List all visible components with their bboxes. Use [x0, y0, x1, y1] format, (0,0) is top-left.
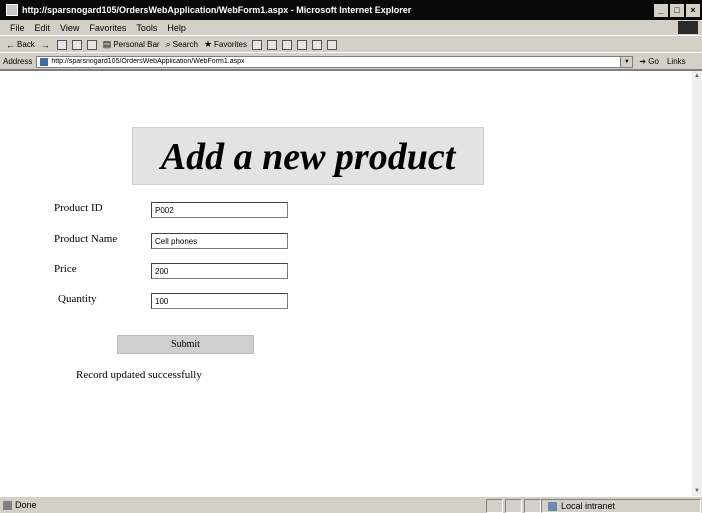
chevron-down-icon[interactable]: ▼ [620, 56, 633, 67]
close-button[interactable]: × [686, 3, 700, 17]
favorites-button[interactable]: ★ Favorites [204, 39, 247, 50]
product-id-label: Product ID [54, 202, 103, 214]
address-label: Address [3, 57, 33, 66]
back-button[interactable]: ← Back [6, 40, 35, 50]
forward-arrow-icon: → [40, 39, 50, 50]
page-heading-box: Add a new product [132, 127, 484, 185]
address-input[interactable]: http://sparsnogard105/OrdersWebApplicati… [36, 55, 634, 68]
mail-icon[interactable] [266, 39, 277, 50]
menu-view[interactable]: View [60, 23, 79, 33]
personal-bar-icon: ▤ [102, 39, 112, 49]
quantity-input[interactable] [151, 293, 288, 309]
stop-icon[interactable] [56, 39, 67, 50]
status-text: Done [15, 500, 37, 510]
print-icon[interactable] [281, 39, 292, 50]
maximize-button[interactable]: □ [670, 3, 684, 17]
ie-app-icon [6, 4, 18, 16]
scroll-up-icon[interactable]: ▲ [692, 71, 702, 81]
address-bar: Address http://sparsnogard105/OrdersWebA… [0, 52, 702, 70]
personal-bar-button[interactable]: ▤ Personal Bar [103, 39, 160, 50]
page-content: Add a new product Product ID Product Nam… [0, 69, 702, 496]
quantity-label: Quantity [58, 293, 97, 305]
menu-favorites[interactable]: Favorites [89, 23, 126, 33]
address-url: http://sparsnogard105/OrdersWebApplicati… [51, 58, 245, 65]
page-done-icon [3, 500, 12, 510]
submit-button[interactable]: Submit [117, 335, 254, 354]
menu-file[interactable]: File [10, 23, 25, 33]
product-name-label: Product Name [54, 233, 118, 245]
status-pane [524, 499, 541, 513]
intranet-icon [548, 501, 557, 511]
page-icon [40, 57, 49, 66]
favorites-icon: ★ [203, 39, 213, 49]
back-label: Back [17, 40, 35, 49]
page-title: Add a new product [160, 136, 456, 178]
go-button[interactable]: ➔ Go [639, 57, 659, 66]
personal-bar-label: Personal Bar [113, 40, 160, 49]
search-label: Search [172, 40, 198, 49]
zone-label: Local intranet [561, 501, 616, 511]
price-label: Price [54, 263, 77, 275]
window-title: http://sparsnogard105/OrdersWebApplicati… [22, 5, 412, 15]
minimize-button[interactable]: _ [654, 3, 668, 17]
discuss-icon[interactable] [311, 39, 322, 50]
scroll-down-icon[interactable]: ▼ [692, 486, 702, 496]
back-arrow-icon: ← [6, 39, 15, 50]
menu-help[interactable]: Help [167, 23, 186, 33]
security-zone: Local intranet [541, 499, 701, 513]
window-titlebar: http://sparsnogard105/OrdersWebApplicati… [0, 0, 702, 20]
search-button[interactable]: ⌕ Search [166, 39, 198, 50]
favorites-label: Favorites [214, 40, 247, 49]
product-id-input[interactable] [151, 202, 288, 218]
home-icon[interactable] [86, 39, 97, 50]
go-arrow-icon: ➔ [639, 57, 647, 66]
links-button[interactable]: Links [667, 57, 686, 66]
search-icon: ⌕ [165, 39, 171, 49]
status-message: Record updated successfully [76, 369, 202, 381]
history-icon[interactable] [251, 39, 262, 50]
menu-tools[interactable]: Tools [136, 23, 157, 33]
price-input[interactable] [151, 263, 288, 279]
forward-button[interactable]: → [41, 40, 52, 50]
status-pane [505, 499, 522, 513]
standard-toolbar: ← Back → ▤ Personal Bar ⌕ Search ★ Favor… [0, 35, 702, 53]
menu-edit[interactable]: Edit [35, 23, 51, 33]
window-controls: _ □ × [652, 3, 700, 17]
status-panes [486, 499, 543, 513]
product-name-input[interactable] [151, 233, 288, 249]
messenger-icon[interactable] [326, 39, 337, 50]
status-pane [486, 499, 503, 513]
status-bar: Done Local intranet [0, 496, 702, 513]
menu-bar: File Edit View Favorites Tools Help [0, 20, 702, 35]
go-label: Go [648, 57, 659, 66]
refresh-icon[interactable] [71, 39, 82, 50]
windows-logo-icon [678, 21, 698, 34]
edit-icon[interactable] [296, 39, 307, 50]
vertical-scrollbar[interactable]: ▲ ▼ [692, 71, 702, 496]
